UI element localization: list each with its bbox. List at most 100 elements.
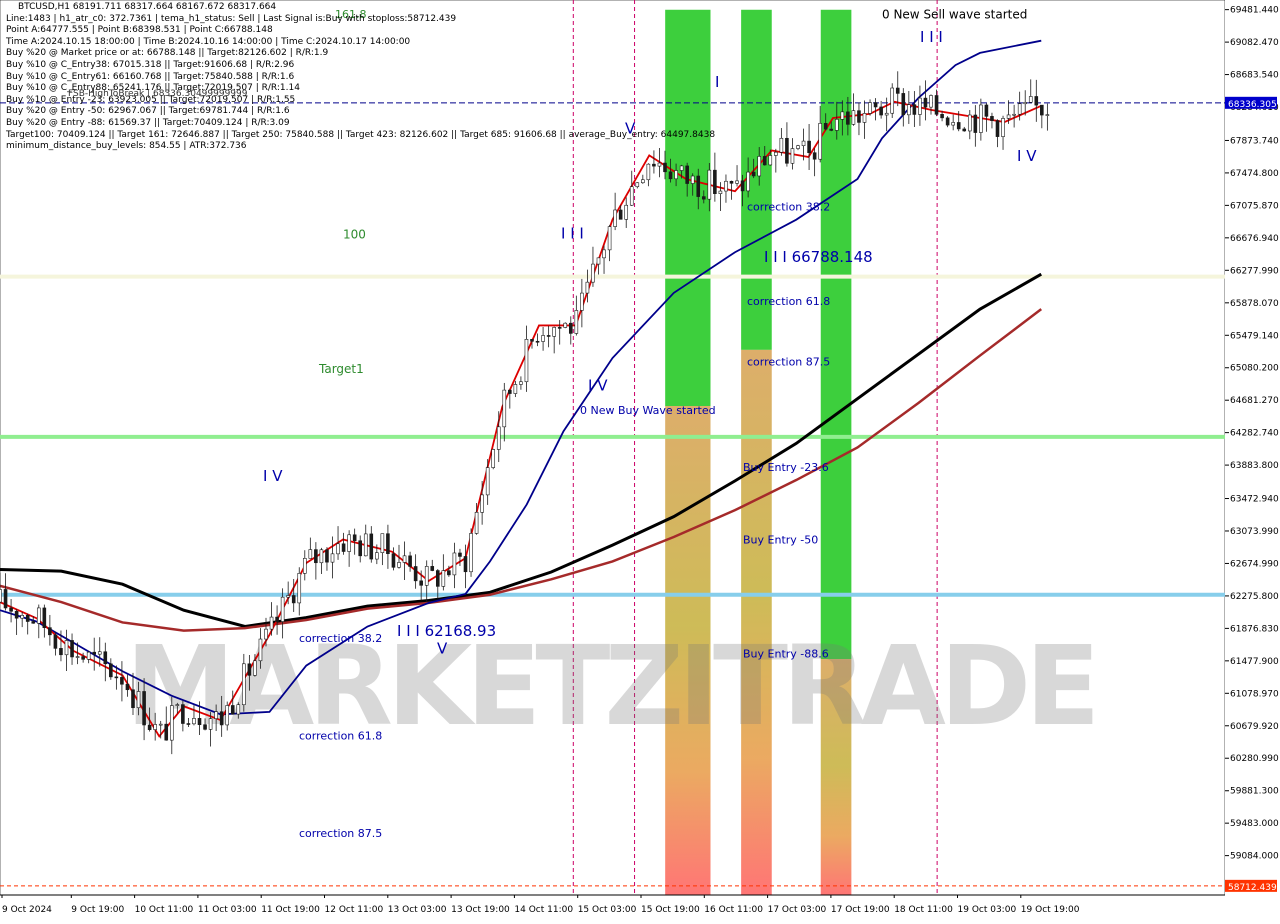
candle-body: [474, 512, 479, 534]
candle-body: [1040, 104, 1044, 116]
candle-body: [314, 549, 318, 564]
candle-body: [585, 281, 590, 294]
candle-body: [668, 171, 673, 180]
candle-body: [884, 112, 889, 116]
y-tick-label: 69082.470: [1230, 38, 1279, 48]
candle-body: [834, 119, 839, 131]
candle-body: [75, 656, 80, 658]
candle-body: [92, 651, 97, 655]
y-tick-label: 64282.740: [1230, 429, 1279, 439]
x-tick-label: 14 Oct 11:00: [514, 905, 573, 915]
candle-body: [120, 677, 124, 685]
candle-body: [862, 113, 867, 123]
candle-body: [302, 558, 307, 574]
candle-body: [197, 718, 202, 726]
y-tick-label: 67075.870: [1230, 201, 1279, 211]
candle-body: [125, 683, 130, 691]
candle-body: [557, 327, 562, 329]
candle-body: [851, 110, 856, 125]
candle-body: [164, 723, 169, 741]
candle-body: [491, 449, 496, 468]
candle-body: [674, 170, 678, 180]
candle-body: [169, 705, 174, 741]
info-line: Line:1483 | h1_atr_c0: 372.7361 | tema_h…: [6, 13, 457, 24]
candle-body: [48, 627, 52, 636]
candle-body: [1034, 96, 1039, 106]
candle-body: [153, 724, 157, 730]
candle-body: [258, 638, 263, 662]
candle-body: [541, 335, 545, 342]
candle-body: [873, 102, 878, 108]
candle-body: [685, 165, 689, 184]
candle-body: [97, 651, 102, 655]
candle-body: [701, 196, 706, 200]
candle-body: [42, 607, 47, 628]
candle-body: [602, 249, 606, 259]
candle-body: [463, 556, 468, 573]
wave-label: I V: [1017, 147, 1037, 165]
info-line: Buy %10 @ C_Entry61: 66160.768 || Target…: [6, 71, 295, 82]
candle-body: [291, 595, 296, 604]
candle-body: [81, 656, 85, 660]
candle-body: [247, 663, 252, 676]
candle-body: [319, 549, 324, 564]
candle-body: [746, 171, 750, 192]
zone-label: Buy Entry -88.6: [743, 647, 829, 660]
candle-body: [269, 616, 274, 630]
candle-body: [679, 165, 684, 171]
candle-body: [707, 169, 712, 200]
wave-label: I: [715, 73, 719, 91]
y-tick-label: 61078.970: [1230, 689, 1279, 699]
zone-label: correction 61.8: [747, 295, 830, 308]
candle-body: [186, 723, 191, 725]
candle-body: [469, 533, 473, 573]
x-tick-label: 17 Oct 19:00: [831, 905, 890, 915]
candle-body: [397, 562, 401, 568]
candle-body: [530, 339, 534, 342]
candle-body: [181, 704, 185, 724]
candle-body: [912, 104, 917, 115]
candle-body: [990, 116, 994, 121]
info-line: Target100: 70409.124 || Target 161: 7264…: [6, 129, 716, 140]
candle-body: [336, 543, 340, 555]
candle-body: [435, 570, 440, 587]
candle-body: [618, 209, 623, 220]
candle-body: [945, 117, 950, 126]
candle-body: [114, 676, 119, 679]
candle-body: [131, 689, 135, 709]
candle-body: [86, 651, 91, 660]
info-line: Buy %20 @ Entry -50: 62967.067 || Target…: [6, 106, 290, 117]
candle-body: [524, 339, 529, 383]
info-line: Point A:64777.555 | Point B:68398.531 | …: [6, 25, 273, 36]
candle-body: [818, 123, 822, 160]
candle-body: [774, 151, 778, 156]
candle-body: [940, 114, 944, 119]
candle-body: [308, 549, 313, 559]
candle-body: [580, 292, 584, 311]
wave-label: I V: [588, 376, 608, 394]
candle-body: [53, 634, 58, 649]
wave-label: 0 New Buy Wave started: [580, 404, 716, 417]
candle-body: [214, 711, 218, 719]
y-tick-label: 62674.990: [1230, 559, 1279, 569]
candle-body: [363, 533, 368, 557]
x-tick-label: 17 Oct 03:00: [768, 905, 827, 915]
wave-label: I I I: [561, 224, 584, 242]
y-tick-label: 61876.830: [1230, 624, 1279, 634]
x-tick-label: 9 Oct 19:00: [71, 905, 124, 915]
candle-body: [823, 123, 828, 130]
candle-body: [652, 163, 656, 167]
candle-body: [203, 724, 207, 730]
candle-body: [375, 552, 379, 560]
candle-body: [785, 137, 789, 164]
x-tick-label: 16 Oct 11:00: [704, 905, 763, 915]
candle-body: [563, 322, 568, 328]
candle-body: [934, 95, 939, 115]
candle-body: [59, 648, 63, 656]
zone-green: [665, 9, 711, 407]
candle-body: [513, 384, 518, 394]
candle-body: [253, 660, 257, 676]
overlap-label: FSB-HighToBreak | 68336.30499999999: [68, 89, 248, 99]
candle-body: [829, 128, 834, 131]
x-tick-label: 12 Oct 11:00: [325, 905, 384, 915]
